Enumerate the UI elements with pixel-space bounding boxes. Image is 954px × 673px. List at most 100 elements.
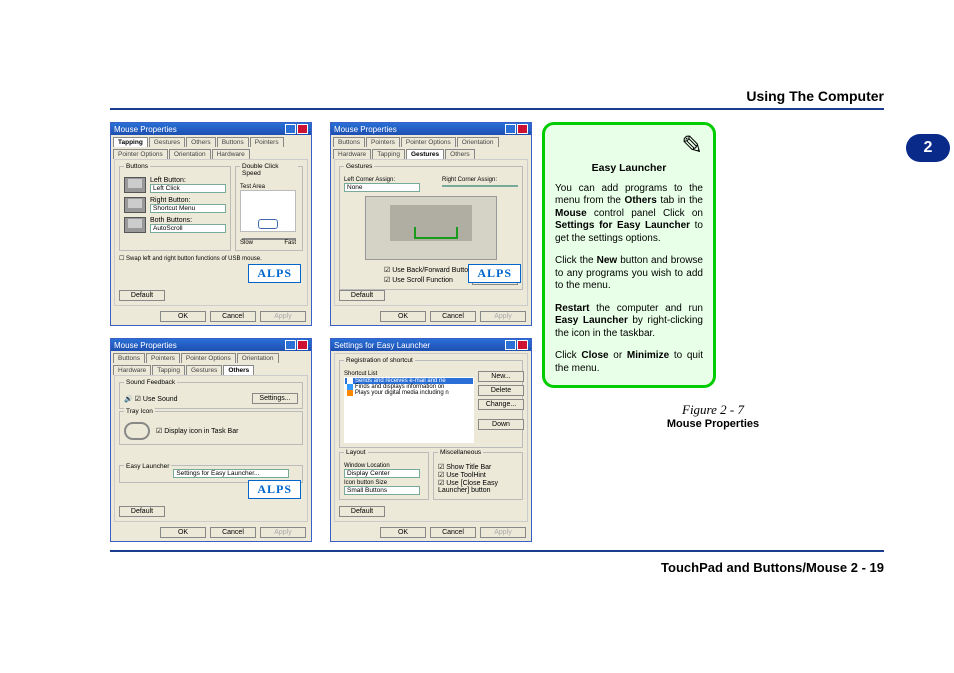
tab-tapping[interactable]: Tapping	[113, 137, 148, 147]
tab-pointers[interactable]: Pointers	[250, 137, 284, 147]
dblclick-legend: Double Click Speed	[240, 163, 298, 177]
default-button[interactable]: Default	[339, 290, 385, 301]
close-icon[interactable]	[297, 340, 308, 350]
use-toolhint-checkbox[interactable]: Use ToolHint	[438, 471, 518, 479]
use-close-checkbox[interactable]: Use [Close Easy Launcher] button	[438, 479, 518, 494]
window-location-combo[interactable]: Display Center	[344, 469, 420, 478]
buttons-legend: Buttons	[124, 163, 150, 170]
alps-logo: ALPS	[248, 264, 301, 283]
right-column: ✎ Easy Launcher You can add programs to …	[542, 122, 884, 542]
tab-pointers[interactable]: Pointers	[366, 137, 400, 147]
tab-orientation[interactable]: Orientation	[457, 137, 499, 147]
dialog-body: Buttons Left Button:Left Click Right But…	[114, 159, 308, 306]
content-row: Mouse Properties Tapping Gestures Others…	[110, 122, 884, 542]
tab-tapping[interactable]: Tapping	[152, 365, 185, 375]
ok-button[interactable]: OK	[380, 311, 426, 322]
window-title: Mouse Properties	[114, 341, 177, 350]
close-icon[interactable]	[297, 124, 308, 134]
shortcut-list[interactable]: Sends and receives e-mail and ne Finds a…	[344, 377, 474, 443]
new-button[interactable]: New...	[478, 371, 524, 382]
both-buttons-combo[interactable]: AutoScroll	[150, 224, 226, 233]
item-icon	[347, 390, 353, 396]
icon-size-combo[interactable]: Small Buttons	[344, 486, 420, 495]
tray-legend: Tray Icon	[124, 408, 155, 415]
help-icon[interactable]	[505, 340, 516, 350]
help-icon[interactable]	[505, 124, 516, 134]
close-icon[interactable]	[517, 124, 528, 134]
list-item: Plays your digital media including n	[345, 390, 473, 396]
reg-legend: Registration of shortcut	[344, 357, 415, 364]
tab-orientation[interactable]: Orientation	[169, 149, 211, 159]
apply-button[interactable]: Apply	[260, 311, 306, 322]
window-title: Mouse Properties	[114, 125, 177, 134]
easy-launcher-link[interactable]: Settings for Easy Launcher...	[173, 469, 289, 478]
window-controls	[285, 124, 308, 134]
titlebar: Settings for Easy Launcher	[331, 339, 531, 351]
tab-gestures[interactable]: Gestures	[186, 365, 222, 375]
show-title-checkbox[interactable]: Show Title Bar	[438, 463, 518, 471]
gesture-arrow-icon	[414, 227, 458, 239]
left-button-combo[interactable]: Left Click	[150, 184, 226, 193]
right-button-combo[interactable]: Shortcut Menu	[150, 204, 226, 213]
use-sound-checkbox[interactable]: Use Sound	[135, 396, 178, 403]
footer-rule	[110, 550, 884, 552]
delete-button[interactable]: Delete	[478, 385, 524, 396]
tab-buttons[interactable]: Buttons	[217, 137, 249, 147]
tab-tapping[interactable]: Tapping	[372, 149, 405, 159]
change-button[interactable]: Change...	[478, 399, 524, 410]
callout-p1: You can add programs to the menu from th…	[555, 183, 703, 246]
test-area[interactable]	[240, 190, 296, 232]
tab-others[interactable]: Others	[445, 149, 475, 159]
ok-button[interactable]: OK	[380, 527, 426, 538]
mouse-buttons-dialog: Mouse Properties Tapping Gestures Others…	[110, 122, 312, 326]
left-corner-combo[interactable]: None	[344, 183, 420, 192]
ok-button[interactable]: OK	[160, 527, 206, 538]
tab-pointers[interactable]: Pointers	[146, 353, 180, 363]
tab-orientation[interactable]: Orientation	[237, 353, 279, 363]
tab-buttons[interactable]: Buttons	[113, 353, 145, 363]
tab-others[interactable]: Others	[223, 365, 254, 375]
swap-checkbox-label[interactable]: Swap left and right button functions of …	[126, 256, 262, 262]
cancel-button[interactable]: Cancel	[430, 527, 476, 538]
touchpad-icon	[124, 177, 146, 193]
titlebar: Mouse Properties	[111, 339, 311, 351]
default-button[interactable]: Default	[119, 290, 165, 301]
mouse-gestures-dialog: Mouse Properties Buttons Pointers Pointe…	[330, 122, 532, 326]
chapter-badge: 2	[906, 134, 950, 162]
tab-others[interactable]: Others	[186, 137, 216, 147]
default-button[interactable]: Default	[339, 506, 385, 517]
close-icon[interactable]	[517, 340, 528, 350]
easy-launcher-callout: ✎ Easy Launcher You can add programs to …	[542, 122, 716, 388]
cancel-button[interactable]: Cancel	[210, 527, 256, 538]
tab-gestures[interactable]: Gestures	[406, 149, 444, 159]
tab-hardware[interactable]: Hardware	[333, 149, 371, 159]
cancel-button[interactable]: Cancel	[210, 311, 256, 322]
pencil-icon: ✎	[555, 129, 703, 162]
default-button[interactable]: Default	[119, 506, 165, 517]
sound-legend: Sound Feedback	[124, 379, 177, 386]
callout-p4: Click Close or Minimize to quit the menu…	[555, 350, 703, 375]
tab-gestures[interactable]: Gestures	[149, 137, 185, 147]
misc-legend: Miscellaneous	[438, 449, 483, 456]
right-corner-combo[interactable]	[442, 185, 518, 187]
help-icon[interactable]	[285, 124, 296, 134]
cancel-button[interactable]: Cancel	[430, 311, 476, 322]
tab-hardware[interactable]: Hardware	[113, 365, 151, 375]
tab-buttons[interactable]: Buttons	[333, 137, 365, 147]
apply-button[interactable]: Apply	[480, 527, 526, 538]
tab-pointer-options[interactable]: Pointer Options	[181, 353, 236, 363]
down-button[interactable]: Down	[478, 419, 524, 430]
apply-button[interactable]: Apply	[260, 527, 306, 538]
settings-button[interactable]: Settings...	[252, 393, 298, 404]
tab-hardware[interactable]: Hardware	[212, 149, 250, 159]
tab-pointer-options[interactable]: Pointer Options	[113, 149, 168, 159]
layout-legend: Layout	[344, 449, 368, 456]
touchpad-icon	[124, 197, 146, 213]
apply-button[interactable]: Apply	[480, 311, 526, 322]
help-icon[interactable]	[285, 340, 296, 350]
use-scroll-checkbox[interactable]: Use Scroll Function	[384, 276, 453, 284]
ok-button[interactable]: OK	[160, 311, 206, 322]
display-tray-checkbox[interactable]: Display icon in Task Bar	[156, 427, 238, 435]
cursor-icon	[258, 219, 278, 229]
tab-pointer-options[interactable]: Pointer Options	[401, 137, 456, 147]
